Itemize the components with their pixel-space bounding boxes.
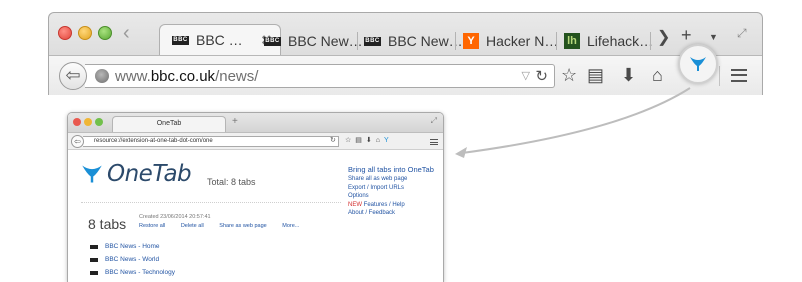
onetab-window: OneTab + ⤢ resource://extension-at-one-t… xyxy=(67,112,444,282)
bbc-favicon-icon xyxy=(90,270,98,275)
tab-divider xyxy=(556,32,557,50)
zoom-window-button[interactable] xyxy=(95,118,103,126)
toolbar-icons[interactable]: ☆▤⬇⌂Y xyxy=(345,136,393,144)
export-import-link[interactable]: Export / Import URLs xyxy=(348,184,443,193)
zoom-window-button[interactable] xyxy=(98,26,112,40)
onetab-logo-icon xyxy=(82,165,102,183)
tab-label: BBC New… xyxy=(288,33,363,49)
tab-hacker-news[interactable]: Y Hacker N… xyxy=(463,27,558,55)
small-navigation-toolbar: resource://extension-at-one-tab-dot-com/… xyxy=(68,132,443,150)
url-bar[interactable]: www.bbc.co.uk/news/ ▽ ↻ xyxy=(85,64,555,88)
reload-icon[interactable]: ↻ xyxy=(535,67,548,85)
tab-divider xyxy=(455,32,456,50)
tab-label: BBC … xyxy=(196,32,243,48)
about-feedback-link[interactable]: About / Feedback xyxy=(348,209,443,218)
tab-label: BBC New… xyxy=(388,33,463,49)
bbc-favicon-icon: BBC xyxy=(364,36,381,46)
side-links: Bring all tabs into OneTab Share all as … xyxy=(348,164,443,218)
globe-icon xyxy=(95,69,109,83)
url-bar[interactable]: resource://extension-at-one-tab-dot-com/… xyxy=(83,136,339,147)
tab-strip: ‹ BBC BBC … ✖ BBC BBC New… BBC BBC New… … xyxy=(49,13,762,55)
hacker-news-favicon-icon: Y xyxy=(463,33,479,49)
fullscreen-icon[interactable]: ⤢ xyxy=(431,116,437,126)
fullscreen-icon[interactable]: ⤢ xyxy=(737,26,747,41)
tab-bbc-3[interactable]: BBC BBC New… xyxy=(364,27,463,55)
screenshot-stage: ‹ BBC BBC … ✖ BBC BBC New… BBC BBC New… … xyxy=(0,0,802,282)
toolbar-divider xyxy=(719,66,720,86)
options-link[interactable]: Options xyxy=(348,192,443,201)
bbc-favicon-icon xyxy=(90,244,98,249)
share-as-web-page-link[interactable]: Share as web page xyxy=(219,223,266,229)
tab-divider xyxy=(650,32,651,50)
new-badge: NEW xyxy=(348,201,362,208)
close-window-button[interactable] xyxy=(58,26,72,40)
tab-scroll-right-icon[interactable]: ❯ xyxy=(657,27,670,47)
more-link[interactable]: More... xyxy=(282,223,299,229)
menu-icon[interactable] xyxy=(430,139,438,145)
tab-label: Lifehack… xyxy=(587,33,654,49)
onetab-icon xyxy=(690,57,706,71)
saved-tab-list: BBC News - Home BBC News - World BBC New… xyxy=(90,240,175,279)
onetab-logo: OneTab xyxy=(81,161,192,187)
bbc-favicon-icon xyxy=(90,257,98,262)
list-item[interactable]: BBC News - World xyxy=(90,253,175,266)
list-all-tabs-icon[interactable]: ▼ xyxy=(709,32,718,42)
divider xyxy=(81,202,341,203)
menu-icon[interactable] xyxy=(731,69,747,82)
back-arrow-icon: ⇦ xyxy=(65,65,81,85)
navigation-toolbar: www.bbc.co.uk/news/ ▽ ↻ ⇦ ☆ ▤ ⬇ ⌂ xyxy=(49,55,762,95)
bbc-favicon-icon: BBC xyxy=(172,35,189,45)
tab-onetab[interactable]: OneTab xyxy=(112,116,226,132)
onetab-page: OneTab Total: 8 tabs Bring all tabs into… xyxy=(68,150,443,282)
tab-group-created: Created 23/06/2014 20:57:41 xyxy=(139,214,211,220)
bookmark-star-icon[interactable]: ☆ xyxy=(561,65,577,85)
small-tab-strip: OneTab + ⤢ xyxy=(68,113,443,132)
lifehacker-favicon-icon: lh xyxy=(564,33,580,49)
list-item[interactable]: BBC News - Technology xyxy=(90,266,175,279)
bookmarks-menu-icon[interactable]: ▤ xyxy=(587,65,604,85)
tab-scroll-left-icon[interactable]: ‹ xyxy=(123,22,130,45)
list-item[interactable]: BBC News - Home xyxy=(90,240,175,253)
firefox-window: ‹ BBC BBC … ✖ BBC BBC New… BBC BBC New… … xyxy=(48,12,763,95)
onetab-toolbar-button[interactable] xyxy=(678,44,718,84)
url-text: www.bbc.co.uk/news/ xyxy=(115,68,259,85)
restore-all-link[interactable]: Restore all xyxy=(139,223,165,229)
new-tab-plus-icon[interactable]: + xyxy=(681,25,692,46)
new-tab-plus-icon[interactable]: + xyxy=(232,116,238,127)
back-button[interactable]: ⇦ xyxy=(59,62,87,90)
minimize-window-button[interactable] xyxy=(78,26,92,40)
bbc-favicon-icon: BBC xyxy=(264,36,281,46)
features-help-link[interactable]: NEW Features / Help xyxy=(348,201,443,210)
bring-all-tabs-link[interactable]: Bring all tabs into OneTab xyxy=(348,164,443,175)
tab-label: Hacker N… xyxy=(486,33,559,49)
minimize-window-button[interactable] xyxy=(84,118,92,126)
reload-icon[interactable]: ↻ xyxy=(330,136,336,144)
back-button[interactable]: ⇦ xyxy=(71,135,84,148)
tab-group-count: 8 tabs xyxy=(88,216,127,232)
close-window-button[interactable] xyxy=(73,118,81,126)
tab-divider xyxy=(357,32,358,50)
logo-text: OneTab xyxy=(107,161,192,187)
url-history-dropdown-icon[interactable]: ▽ xyxy=(522,69,530,82)
tab-bbc-2[interactable]: BBC BBC New… xyxy=(264,27,363,55)
delete-all-link[interactable]: Delete all xyxy=(181,223,204,229)
tab-group-actions: Restore all Delete all Share as web page… xyxy=(139,223,313,229)
home-icon[interactable]: ⌂ xyxy=(652,65,663,85)
share-all-link[interactable]: Share all as web page xyxy=(348,175,443,184)
downloads-icon[interactable]: ⬇ xyxy=(621,65,636,85)
total-tabs-label: Total: 8 tabs xyxy=(207,177,256,187)
tab-lifehacker[interactable]: lh Lifehack… xyxy=(564,27,653,55)
